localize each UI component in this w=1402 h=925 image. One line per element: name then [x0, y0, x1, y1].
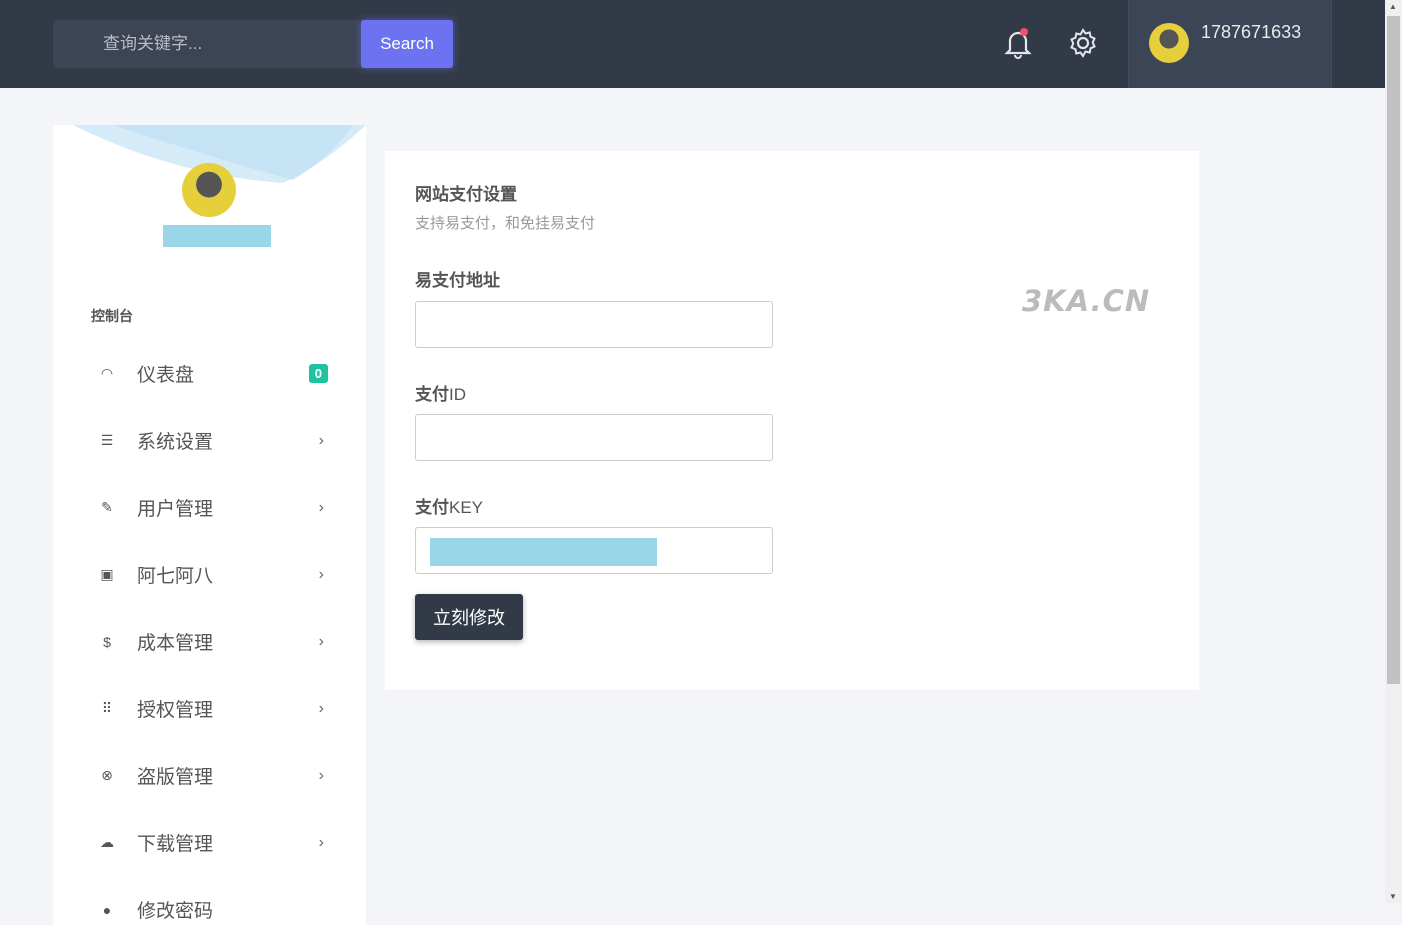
scroll-up-icon[interactable]: ▲ — [1389, 2, 1397, 11]
redacted-value — [430, 538, 657, 566]
profile-avatar — [182, 163, 236, 217]
count-badge: 0 — [308, 364, 328, 383]
notification-bell-icon[interactable] — [1002, 26, 1036, 60]
chevron-right-icon: › — [318, 699, 324, 717]
card-subtitle: 支持易支付，和免挂易支付 — [415, 215, 596, 232]
scrollbar[interactable]: ▲ ▼ — [1385, 0, 1402, 903]
pay-key-label-cn: 支付 — [415, 498, 449, 517]
sidebar-item-download-management[interactable]: ☁ 下载管理 › — [53, 809, 366, 876]
pay-key-label: 支付KEY — [415, 493, 483, 518]
epay-url-label: 易支付地址 — [415, 271, 500, 290]
user-menu[interactable]: 1787671633 — [1128, 0, 1332, 88]
dollar-icon: $ — [103, 633, 111, 650]
scrollbar-thumb[interactable] — [1387, 16, 1400, 684]
epay-url-input[interactable] — [415, 301, 773, 348]
list-icon: ☰ — [100, 432, 114, 448]
sidebar-item-cost-management[interactable]: $ 成本管理 › — [53, 608, 366, 675]
user-icon: ● — [102, 901, 112, 918]
username: 1787671633 — [1201, 22, 1302, 42]
pay-id-input[interactable] — [415, 414, 773, 461]
chevron-right-icon: › — [318, 766, 324, 784]
sidebar-item-piracy-management[interactable]: ⊗ 盗版管理 › — [53, 742, 366, 809]
avatar — [1149, 23, 1189, 63]
search-bar: Search — [53, 20, 453, 68]
watermark: 3KA.CN — [1022, 284, 1151, 318]
sidebar-item-dashboard[interactable]: ◠ 仪表盘 0 — [53, 340, 366, 407]
scroll-down-icon[interactable]: ▼ — [1389, 892, 1397, 901]
sidebar-item-system-settings[interactable]: ☰ 系统设置 › — [53, 407, 366, 474]
pay-id-label-en: ID — [449, 385, 466, 404]
sidebar-item-license-management[interactable]: ⠿ 授权管理 › — [53, 675, 366, 742]
calendar-icon: ▣ — [100, 566, 114, 582]
pay-id-label-cn: 支付 — [415, 385, 449, 404]
chevron-right-icon: › — [318, 431, 324, 449]
top-navbar: Search 1787671633 — [0, 0, 1385, 88]
edit-icon: ✎ — [101, 499, 113, 515]
cloud-download-icon: ☁ — [100, 834, 114, 850]
sidebar-menu: ◠ 仪表盘 0 ☰ 系统设置 › ✎ 用户管理 › ▣ 阿七阿八 › $ 成本管理 › ⠿ 授权管理 ›… — [53, 340, 366, 925]
sidebar-item-aqi-aba[interactable]: ▣ 阿七阿八 › — [53, 541, 366, 608]
sidebar-item-user-management[interactable]: ✎ 用户管理 › — [53, 474, 366, 541]
chevron-right-icon: › — [318, 632, 324, 650]
pay-id-label: 支付ID — [415, 380, 466, 405]
chevron-right-icon: › — [318, 498, 324, 516]
sidebar-item-change-password[interactable]: ● 修改密码 — [53, 876, 366, 925]
search-button[interactable]: Search — [361, 20, 453, 68]
close-circle-icon: ⊗ — [101, 767, 113, 783]
pay-key-input[interactable] — [415, 527, 773, 574]
sidebar: 控制台 ◠ 仪表盘 0 ☰ 系统设置 › ✎ 用户管理 › ▣ 阿七阿八 › $ 成本管理 › ⠿ 授… — [53, 125, 366, 925]
section-title: 控制台 — [91, 308, 133, 324]
pay-key-label-en: KEY — [449, 498, 484, 517]
chevron-right-icon: › — [318, 565, 324, 583]
settings-gear-icon[interactable] — [1067, 26, 1101, 60]
submit-button[interactable]: 立刻修改 — [415, 594, 523, 640]
chevron-right-icon: › — [318, 833, 324, 851]
payment-settings-card: 网站支付设置 支持易支付，和免挂易支付 3KA.CN 易支付地址 支付ID 支付… — [385, 151, 1199, 690]
search-input[interactable] — [53, 20, 361, 68]
gauge-icon: ◠ — [100, 365, 114, 381]
profile-name-redacted — [163, 225, 271, 247]
notification-dot — [1020, 28, 1028, 36]
card-title: 网站支付设置 — [415, 185, 517, 204]
grid-icon: ⠿ — [101, 700, 113, 716]
